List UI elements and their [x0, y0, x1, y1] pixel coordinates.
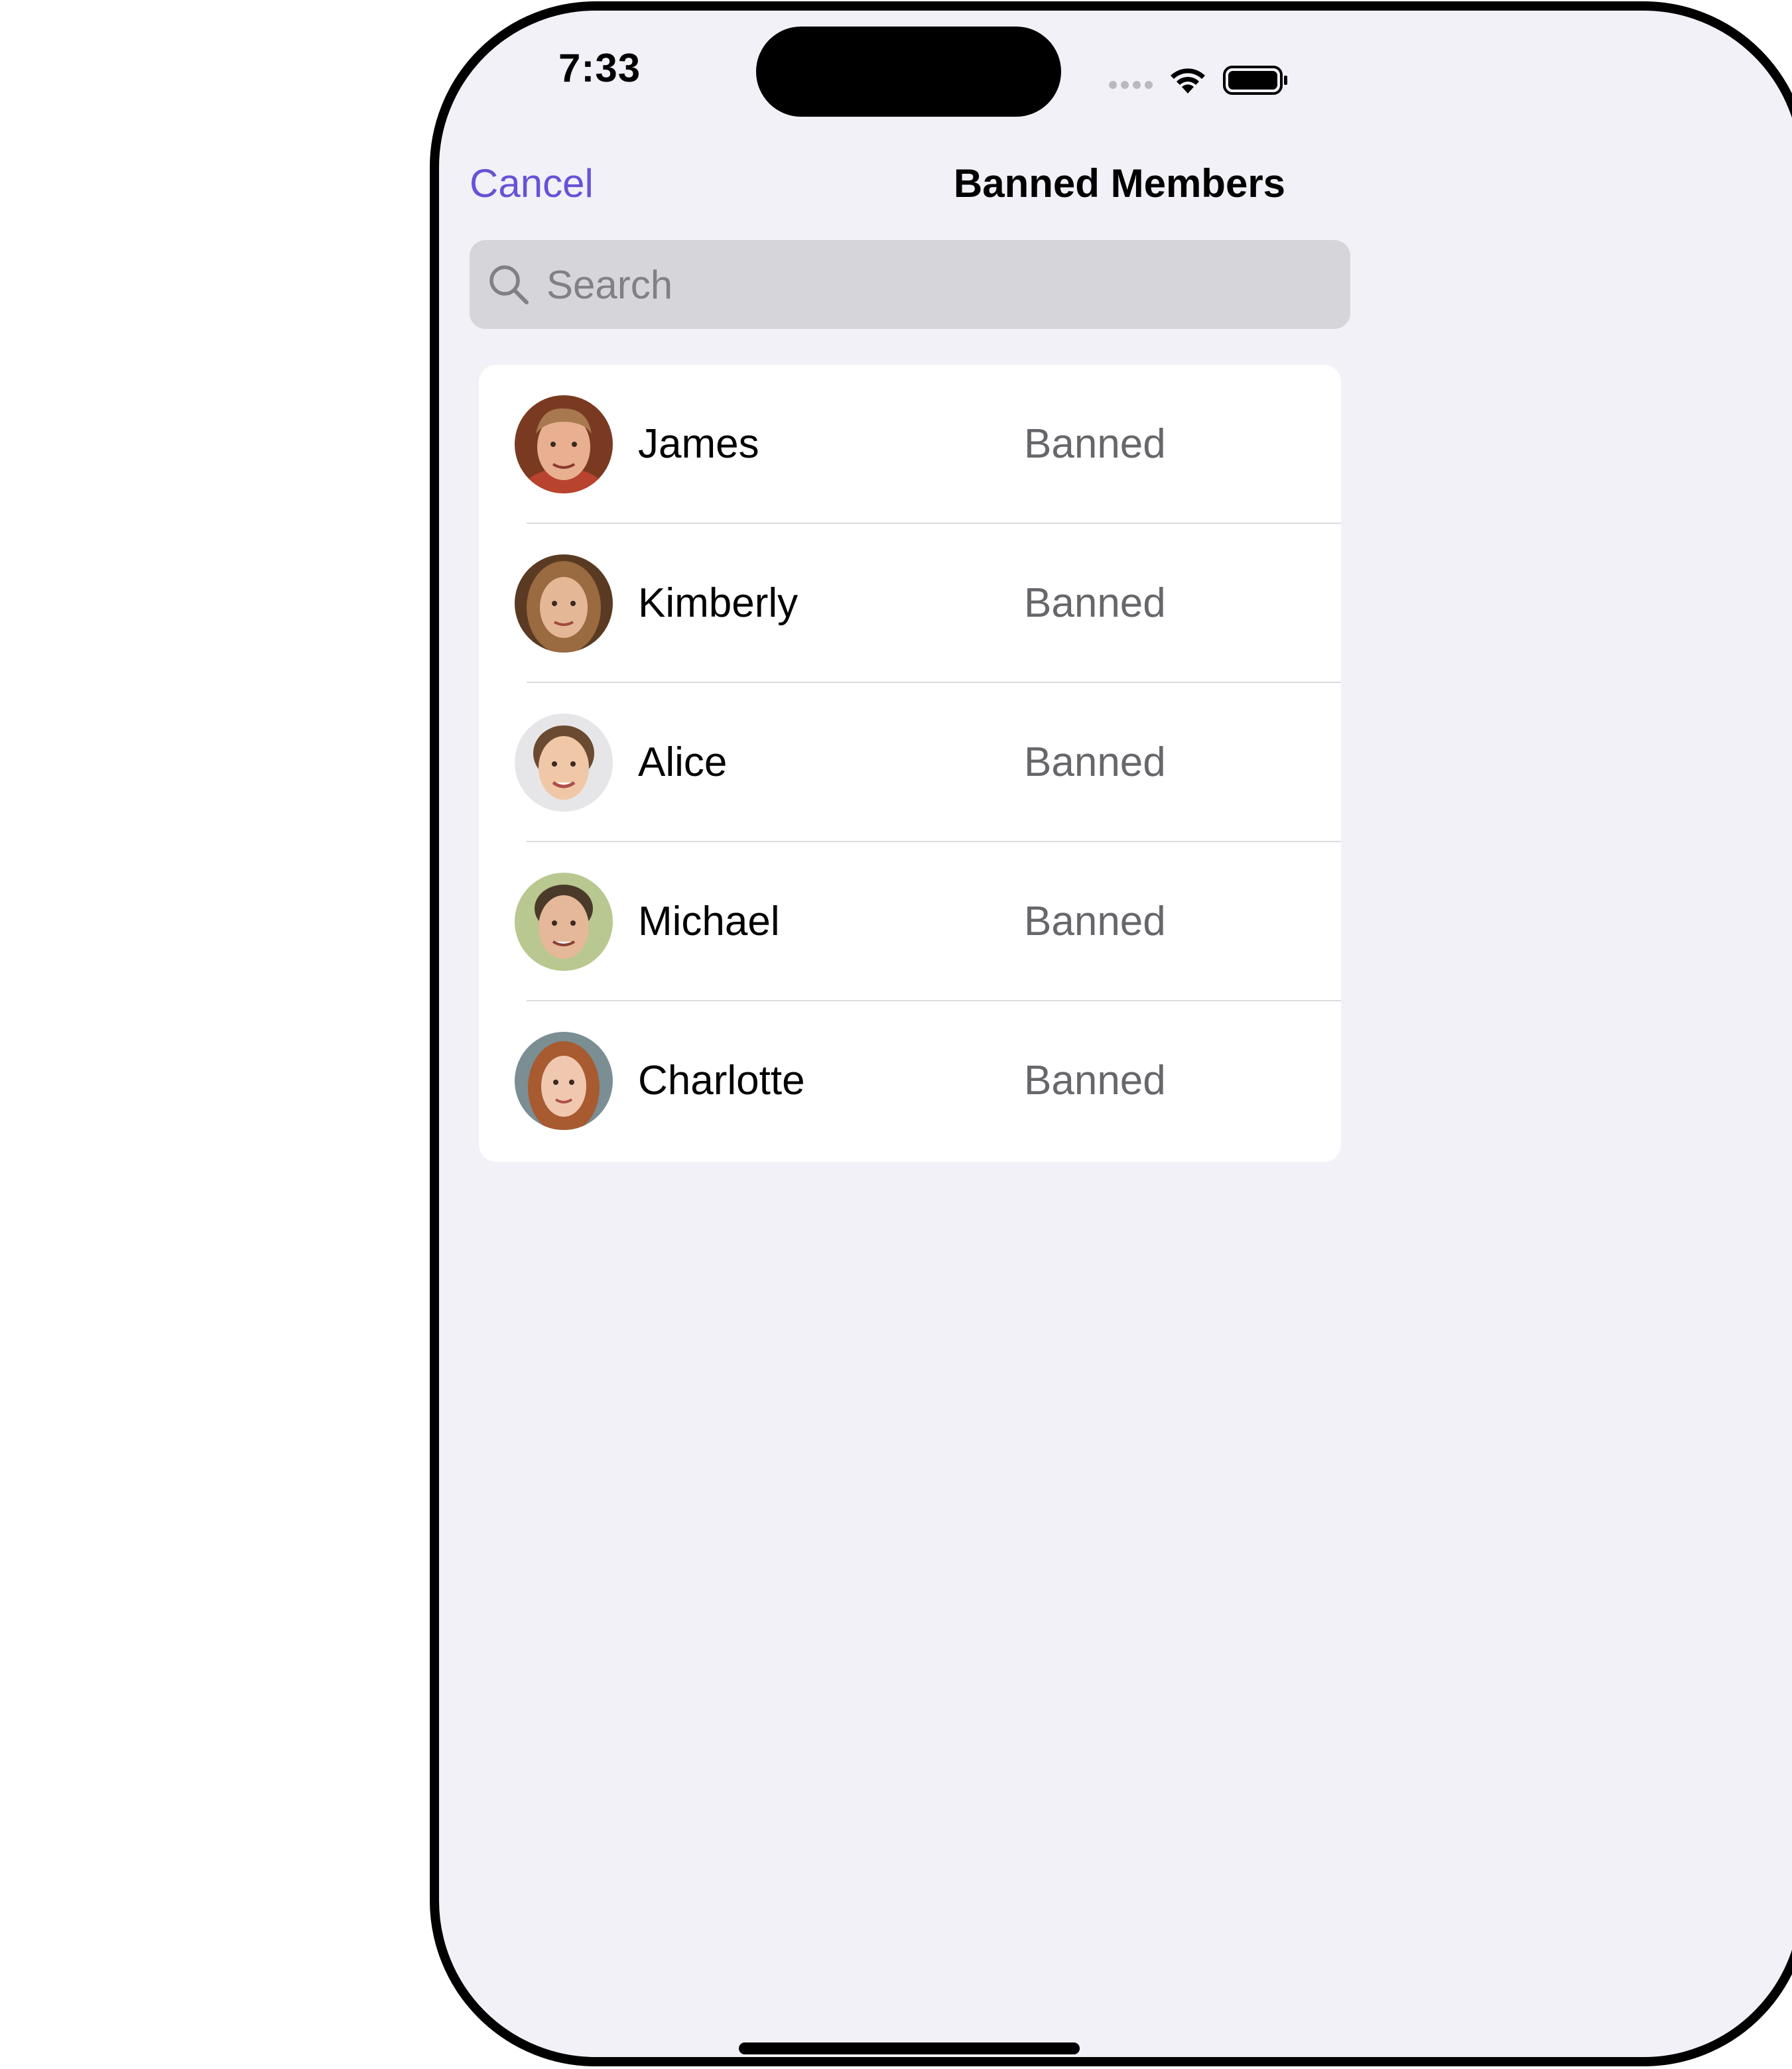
banned-members-list: James Banned Kimberly Banned Alice Banne…: [479, 365, 1341, 1162]
member-row-kimberly[interactable]: Kimberly Banned: [479, 524, 1341, 683]
member-row-michael[interactable]: Michael Banned: [479, 842, 1341, 1001]
cellular-signal-icon: [1109, 81, 1153, 89]
search-icon: [489, 265, 529, 304]
home-indicator[interactable]: [739, 2042, 1080, 2054]
member-status: Banned: [1024, 421, 1166, 467]
member-status: Banned: [1024, 1058, 1166, 1103]
avatar: [515, 873, 613, 971]
avatar: [515, 395, 613, 493]
dynamic-island: [756, 27, 1061, 117]
avatar: [515, 714, 613, 812]
page-title: Banned Members: [953, 161, 1286, 206]
search-input[interactable]: [546, 261, 1276, 308]
avatar: [515, 554, 613, 653]
member-status: Banned: [1024, 899, 1166, 944]
member-name: Kimberly: [638, 580, 799, 626]
status-time: 7:33: [558, 46, 641, 90]
battery-icon: [1223, 66, 1287, 95]
wifi-icon: [1171, 68, 1205, 94]
member-name: Charlotte: [638, 1058, 805, 1103]
member-row-charlotte[interactable]: Charlotte Banned: [479, 1001, 1341, 1160]
avatar: [515, 1032, 613, 1130]
member-name: Alice: [638, 739, 728, 785]
member-name: Michael: [638, 899, 780, 944]
member-status: Banned: [1024, 580, 1166, 626]
search-bar[interactable]: [470, 240, 1350, 329]
member-name: James: [638, 421, 759, 467]
member-row-james[interactable]: James Banned: [479, 365, 1341, 524]
member-status: Banned: [1024, 739, 1166, 785]
member-row-alice[interactable]: Alice Banned: [479, 683, 1341, 842]
status-indicators: [1109, 57, 1289, 103]
phone-frame: 7:33 Cancel Banned Members Search James …: [430, 1, 1792, 2066]
